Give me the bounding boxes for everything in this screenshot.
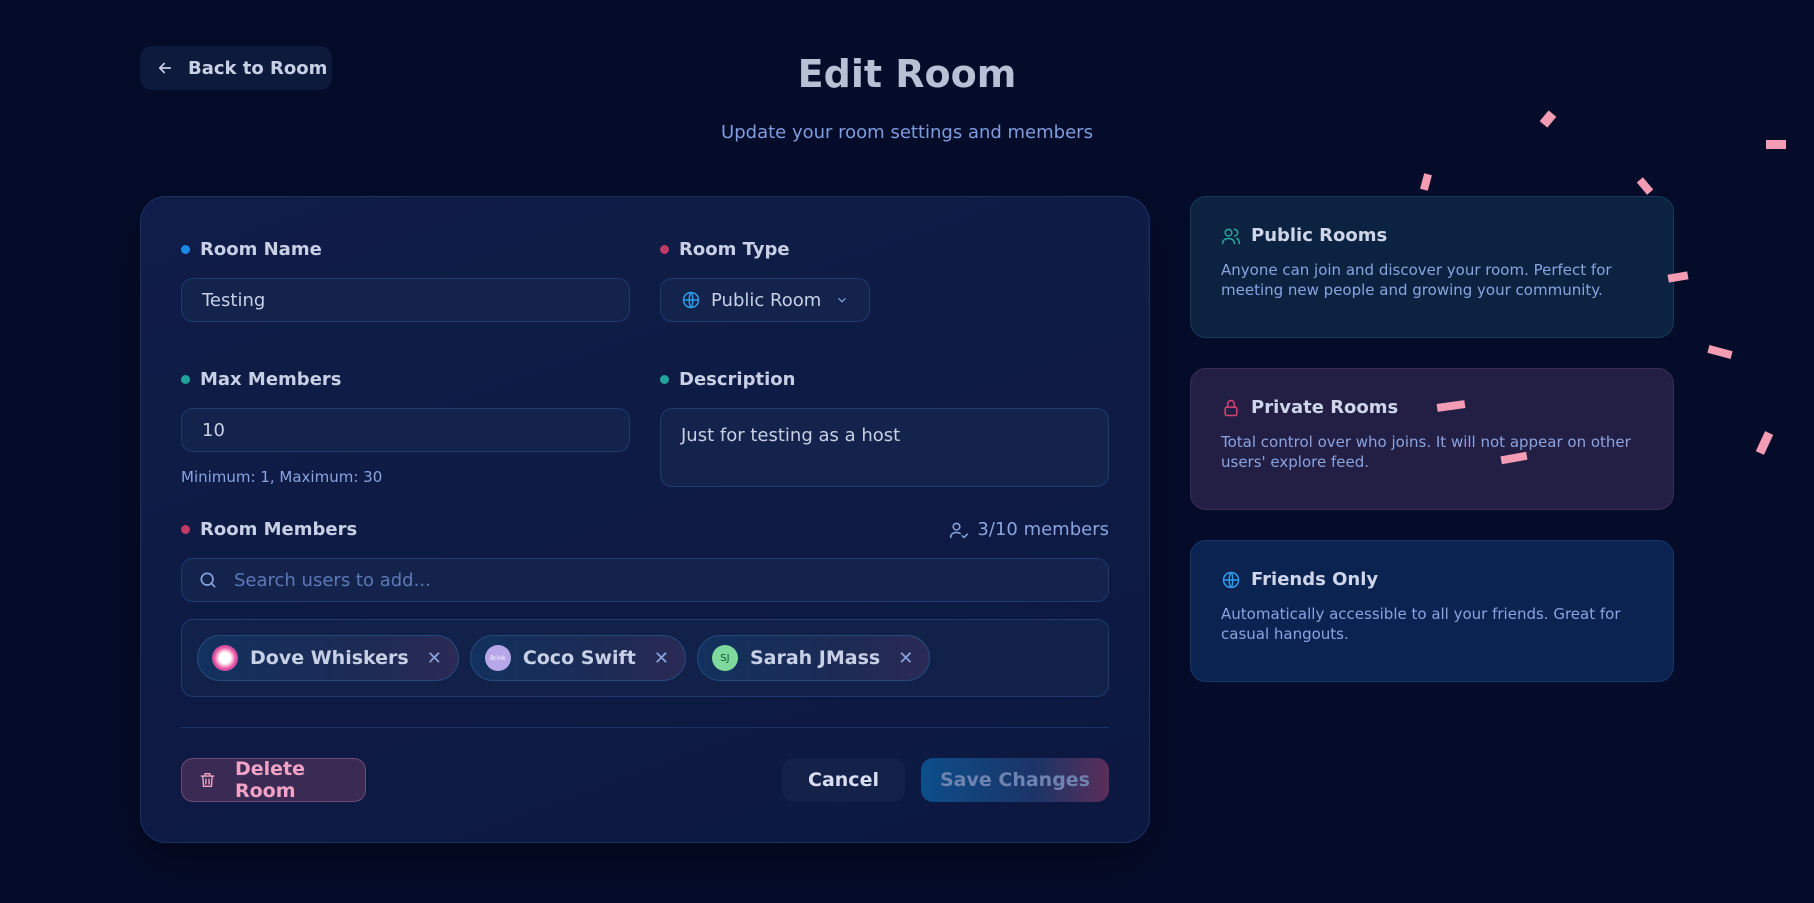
room-members-label: Room Members: [181, 519, 357, 540]
lock-icon: [1224, 399, 1238, 416]
max-members-hint: Minimum: 1, Maximum: 30: [181, 468, 383, 486]
info-title: Friends Only: [1251, 569, 1379, 590]
member-chip: SJ Sarah JMass ✕: [696, 635, 931, 681]
bullet-dot: [660, 245, 669, 254]
members-count: 3/10 members: [949, 519, 1109, 540]
confetti-decoration: [1766, 140, 1786, 149]
info-description: Total control over who joins. It will no…: [1221, 433, 1631, 471]
avatar: Brink: [484, 645, 511, 671]
max-members-input[interactable]: 10: [181, 408, 630, 452]
room-type-label: Room Type: [660, 239, 790, 260]
divider: [181, 727, 1109, 728]
save-changes-button[interactable]: Save Changes: [921, 758, 1109, 802]
private-rooms-info-card: Private Rooms Total control over who joi…: [1190, 368, 1674, 510]
room-name-input[interactable]: Testing: [181, 278, 630, 322]
info-description: Automatically accessible to all your fri…: [1221, 605, 1621, 643]
member-chip: Dove Whiskers ✕: [197, 635, 459, 681]
trash-icon: [200, 772, 215, 788]
remove-member-button[interactable]: ✕: [654, 648, 669, 669]
confetti-decoration: [1755, 431, 1774, 455]
cancel-button[interactable]: Cancel: [782, 758, 905, 802]
info-title: Public Rooms: [1251, 225, 1388, 246]
chevron-down-icon: [838, 297, 847, 303]
page-subtitle: Update your room settings and members: [721, 122, 1093, 143]
info-title: Private Rooms: [1251, 397, 1399, 418]
bullet-dot: [181, 525, 190, 534]
member-chip: Brink Coco Swift ✕: [469, 635, 686, 681]
public-rooms-info-card: Public Rooms Anyone can join and discove…: [1190, 196, 1674, 338]
remove-member-button[interactable]: ✕: [898, 648, 913, 669]
globe-icon: [682, 291, 700, 309]
description-textarea[interactable]: Just for testing as a host: [660, 408, 1109, 487]
info-description: Anyone can join and discover your room. …: [1221, 261, 1612, 299]
globe-icon: [1222, 571, 1240, 588]
members-list: Dove Whiskers ✕ Brink Coco Swift ✕ SJ Sa…: [181, 619, 1109, 697]
friends-only-info-card: Friends Only Automatically accessible to…: [1190, 540, 1674, 682]
page-title: Edit Room: [797, 52, 1017, 96]
avatar: [212, 645, 238, 671]
delete-room-button[interactable]: Delete Room: [181, 758, 366, 802]
search-icon: [200, 572, 216, 588]
users-icon: [1221, 228, 1241, 244]
remove-member-button[interactable]: ✕: [427, 648, 442, 669]
confetti-decoration: [1636, 177, 1654, 195]
search-users-input[interactable]: Search users to add...: [181, 558, 1109, 602]
avatar: SJ: [711, 645, 738, 671]
confetti-decoration: [1420, 173, 1432, 191]
max-members-label: Max Members: [181, 369, 342, 390]
description-label: Description: [660, 369, 795, 390]
room-name-label: Room Name: [181, 239, 322, 260]
user-check-icon: [950, 522, 969, 539]
room-type-select[interactable]: Public Room: [660, 278, 870, 322]
bullet-dot: [660, 375, 669, 384]
bullet-dot: [181, 245, 190, 254]
edit-room-card: Room Name Testing Room Type Public Room …: [140, 196, 1150, 843]
confetti-decoration: [1707, 345, 1733, 359]
bullet-dot: [181, 375, 190, 384]
